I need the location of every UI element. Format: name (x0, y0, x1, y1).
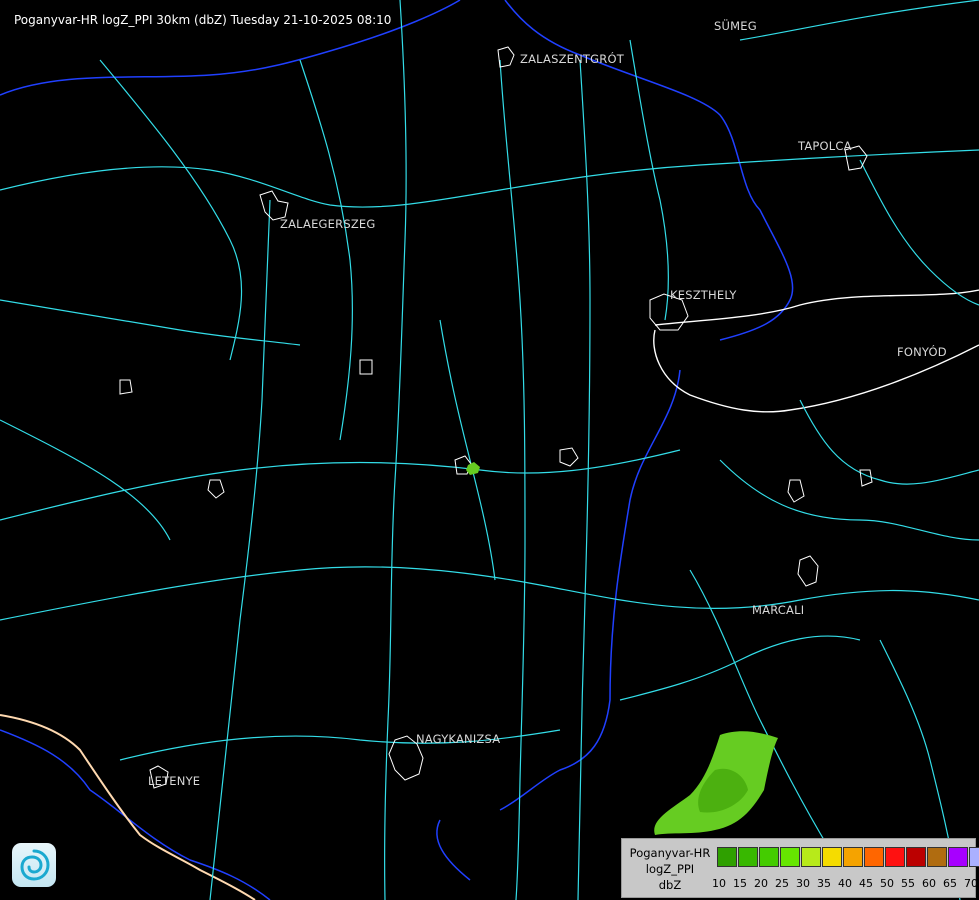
legend-swatch (822, 847, 842, 867)
legend-swatches (717, 847, 979, 867)
echo-small (466, 462, 480, 475)
legend-tick-label: 40 (838, 877, 852, 890)
town-label-letenye: LETENYE (148, 774, 201, 788)
legend-swatch (906, 847, 926, 867)
legend-swatch (885, 847, 905, 867)
legend-radar-name: Poganyvar-HR (629, 846, 711, 860)
legend-tick-label: 45 (859, 877, 873, 890)
legend-tick-label: 65 (943, 877, 957, 890)
legend-swatch (759, 847, 779, 867)
town-label-zalaszentgrot: ZALASZENTGRÓT (520, 52, 624, 66)
map-title: Poganyvar-HR logZ_PPI 30km (dbZ) Tuesday… (14, 13, 392, 27)
settlements (119, 46, 873, 789)
town-label-marcali: MARCALI (752, 603, 805, 617)
radar-map[interactable] (0, 0, 979, 900)
legend-swatch (843, 847, 863, 867)
radar-swirl-icon (12, 843, 56, 887)
legend-tick-label: 50 (880, 877, 894, 890)
legend-tick-label: 35 (817, 877, 831, 890)
legend-swatch (801, 847, 821, 867)
legend-swatch (927, 847, 947, 867)
town-label-fonyod: FONYÓD (897, 345, 947, 359)
town-label-sumeg: SÜMEG (714, 19, 757, 33)
legend-swatch (864, 847, 884, 867)
legend-swatch (717, 847, 737, 867)
town-label-zalaegerszeg: ZALAEGERSZEG (280, 217, 376, 231)
town-label-keszthely: KESZTHELY (670, 288, 737, 302)
legend-tick-label: 25 (775, 877, 789, 890)
legend-tick-label: 20 (754, 877, 768, 890)
legend-swatch (780, 847, 800, 867)
legend-swatch (738, 847, 758, 867)
legend-tick-label: 70 (964, 877, 978, 890)
legend-tick-label: 15 (733, 877, 747, 890)
roads (0, 0, 979, 900)
color-legend: Poganyvar-HR logZ_PPI dbZ 10 15 20 25 30 35 40… (621, 838, 979, 898)
legend-tick-label: 30 (796, 877, 810, 890)
legend-product: logZ_PPI (645, 862, 695, 876)
legend-swatch (948, 847, 968, 867)
legend-tick-label: 55 (901, 877, 915, 890)
legend-swatch (969, 847, 979, 867)
legend-tick-label: 60 (922, 877, 936, 890)
legend-unit: dbZ (658, 878, 682, 892)
town-label-nagykanizsa: NAGYKANIZSA (416, 732, 501, 746)
radar-echoes (466, 462, 778, 835)
town-label-tapolca: TAPOLCA (798, 139, 852, 153)
legend-tick-label: 10 (712, 877, 726, 890)
